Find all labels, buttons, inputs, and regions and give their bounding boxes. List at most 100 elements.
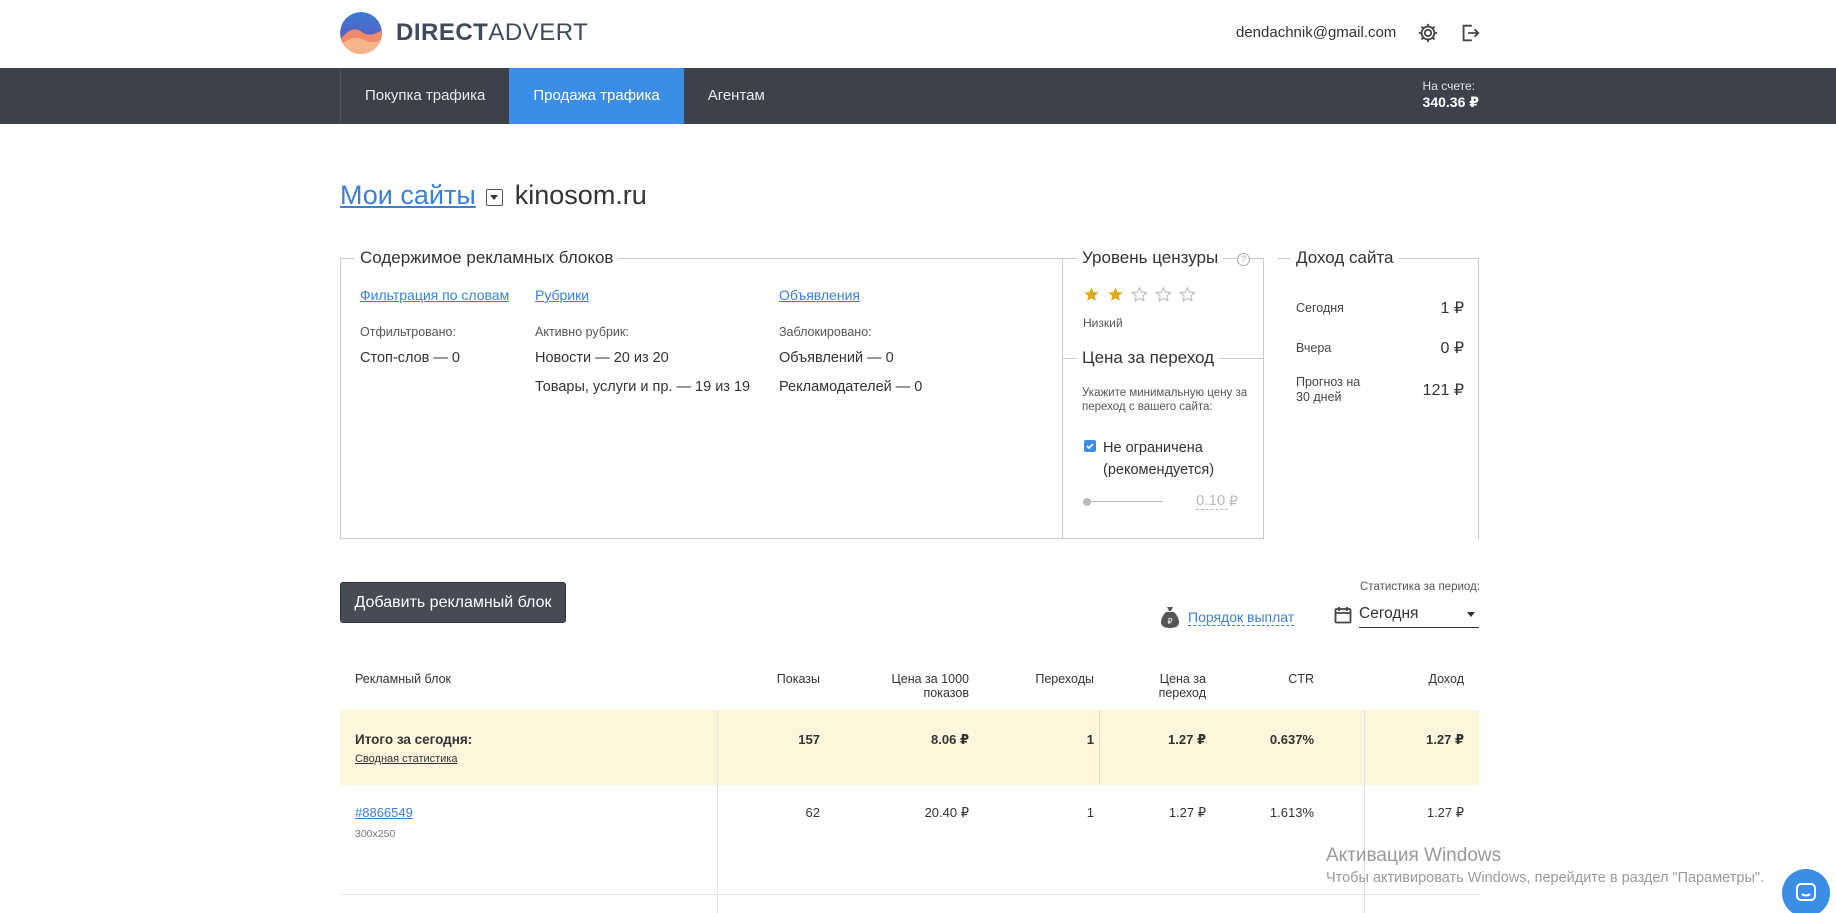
content-blocks-panel: Содержимое рекламных блоков Фильтрация п… [340,248,1063,539]
active-rubrics-label: Активно рубрик: [535,325,629,339]
total-cpm: 8.06 ₽ [931,732,969,747]
th-clicks: Переходы [1035,672,1094,686]
caret-down-icon [1467,612,1475,617]
censor-rating [1083,286,1196,303]
income-yesterday-label: Вчера [1296,340,1332,355]
header: DIRECTADVERT dendachnik@gmail.com [0,0,1836,68]
balance: На счете: 340.36 ₽ [1423,79,1479,111]
star-empty-icon[interactable] [1155,286,1172,303]
row-income: 1.27 ₽ [1426,805,1464,820]
total-row: Итого за сегодня: Сводная статистика 157… [340,710,1479,785]
price-input[interactable] [1196,492,1228,510]
table-row: #8866549 300x250 62 20.40 ₽ 1 1.27 ₽ 1.6… [340,785,1479,895]
row-clicks: 1 [1086,805,1094,820]
filtered-label: Отфильтровано: [360,325,456,339]
chat-button[interactable] [1782,869,1830,913]
unlimited-checkbox-label[interactable]: Не ограничена (рекомендуется) [1103,437,1253,481]
rubrics-link[interactable]: Рубрики [535,287,750,303]
help-icon[interactable]: ? [1237,253,1250,266]
total-ctr: 0.637% [1269,732,1314,747]
nav-item-agents[interactable]: Агентам [684,68,789,124]
income-today-label: Сегодня [1296,300,1344,315]
star-filled-icon[interactable] [1107,286,1124,303]
censor-title: Уровень цензуры [1077,248,1224,268]
income-today-value: 1 ₽ [1440,300,1464,317]
caret-down-icon [490,195,499,200]
calendar-icon[interactable] [1334,606,1352,629]
payout-order-link[interactable]: Порядок выплат [1188,609,1295,626]
column-divider [717,710,718,913]
row-impressions: 62 [805,805,820,820]
column-divider [1099,710,1100,785]
user-email[interactable]: dendachnik@gmail.com [1236,24,1396,41]
unlimited-checkbox[interactable] [1084,440,1096,452]
period-label: Статистика за период: [1360,581,1480,593]
nav-item-buy-traffic[interactable]: Покупка трафика [340,68,509,124]
th-cpc: Цена за переход [1158,672,1206,700]
income-panel: Доход сайта Сегодня 1 ₽ Вчера 0 ₽ Прогно… [1277,248,1479,539]
site-name: kinosom.ru [514,180,647,210]
total-impressions: 157 [798,732,820,747]
checkmark-icon [1086,443,1094,450]
row-cpm: 20.40 ₽ [924,805,969,820]
price-panel: Цена за переход Укажите минимальную цену… [1062,348,1264,539]
money-bag-icon: ₽ [1161,607,1179,628]
blocked-advertisers-value: Рекламодателей — 0 [779,379,923,395]
total-title: Итого за сегодня: [355,732,473,747]
income-today-row: Сегодня 1 ₽ [1296,298,1464,318]
stopwords-value: Стоп-слов — 0 [360,350,460,366]
site-dropdown-button[interactable] [485,189,503,206]
balance-label: На счете: [1422,79,1475,93]
period-select[interactable]: Сегодня [1359,601,1479,628]
logo[interactable]: DIRECTADVERT [340,12,588,54]
total-income: 1.27 ₽ [1426,732,1464,747]
th-impressions: Показы [776,672,820,686]
add-ad-block-button[interactable]: Добавить рекламный блок [340,582,566,623]
my-sites-link[interactable]: Мои сайты [340,180,476,211]
censor-level: Низкий [1083,316,1123,330]
price-slider-handle[interactable] [1083,498,1091,506]
blocked-label: Заблокировано: [779,325,872,339]
word-filter-link[interactable]: Фильтрация по словам [360,287,509,303]
rubrics-column: Рубрики Активно рубрик: Новости — 20 из … [535,287,750,395]
ads-link[interactable]: Объявления [779,287,922,303]
income-forecast-row: Прогноз на 30 дней 121 ₽ [1296,375,1464,405]
th-income: Доход [1428,672,1465,686]
star-empty-icon[interactable] [1131,286,1148,303]
income-title: Доход сайта [1291,248,1399,268]
ads-column: Объявления Заблокировано: Объявлений — 0… [779,287,922,395]
row-cpc: 1.27 ₽ [1168,805,1206,820]
logo-text: DIRECTADVERT [396,19,589,46]
logo-mark-icon [340,12,382,54]
price-description: Укажите минимальную цену за переход с ва… [1082,387,1248,413]
filter-column: Фильтрация по словам Отфильтровано: Стоп… [360,287,509,366]
th-ctr: CTR [1288,672,1314,686]
rubric-news-value: Новости — 20 из 20 [535,350,669,366]
main-nav: Покупка трафика Продажа трафика Агентам … [0,68,1836,124]
star-filled-icon[interactable] [1083,286,1100,303]
rubric-goods-value: Товары, услуги и пр. — 19 из 19 [535,379,751,395]
windows-activation-title: Активация Windows [1326,845,1502,866]
th-ad-block: Рекламный блок [355,672,451,686]
th-cpm: Цена за 1000 показов [891,672,970,700]
ad-block-id-link[interactable]: #8866549 [355,805,413,820]
price-currency: ₽ [1229,493,1238,509]
summary-stats-link[interactable]: Сводная статистика [355,753,458,765]
period-value: Сегодня [1359,605,1419,622]
total-cpc: 1.27 ₽ [1168,732,1206,747]
row-ctr: 1.613% [1269,805,1314,820]
price-title: Цена за переход [1077,348,1220,368]
windows-activation-subtitle: Чтобы активировать Windows, перейдите в … [1326,870,1765,886]
svg-text:₽: ₽ [1167,617,1172,626]
logout-icon[interactable] [1459,22,1481,44]
payout: ₽ Порядок выплат [1160,605,1295,629]
censor-panel: Уровень цензуры ? Низкий [1062,248,1264,358]
breadcrumb: Мои сайты kinosom.ru [340,180,647,211]
price-slider-track[interactable] [1087,501,1163,502]
blocked-ads-value: Объявлений — 0 [779,350,894,366]
star-empty-icon[interactable] [1179,286,1196,303]
gear-icon[interactable] [1417,22,1439,44]
chat-icon [1796,883,1816,901]
total-clicks: 1 [1086,732,1094,747]
nav-item-sell-traffic[interactable]: Продажа трафика [509,68,684,124]
